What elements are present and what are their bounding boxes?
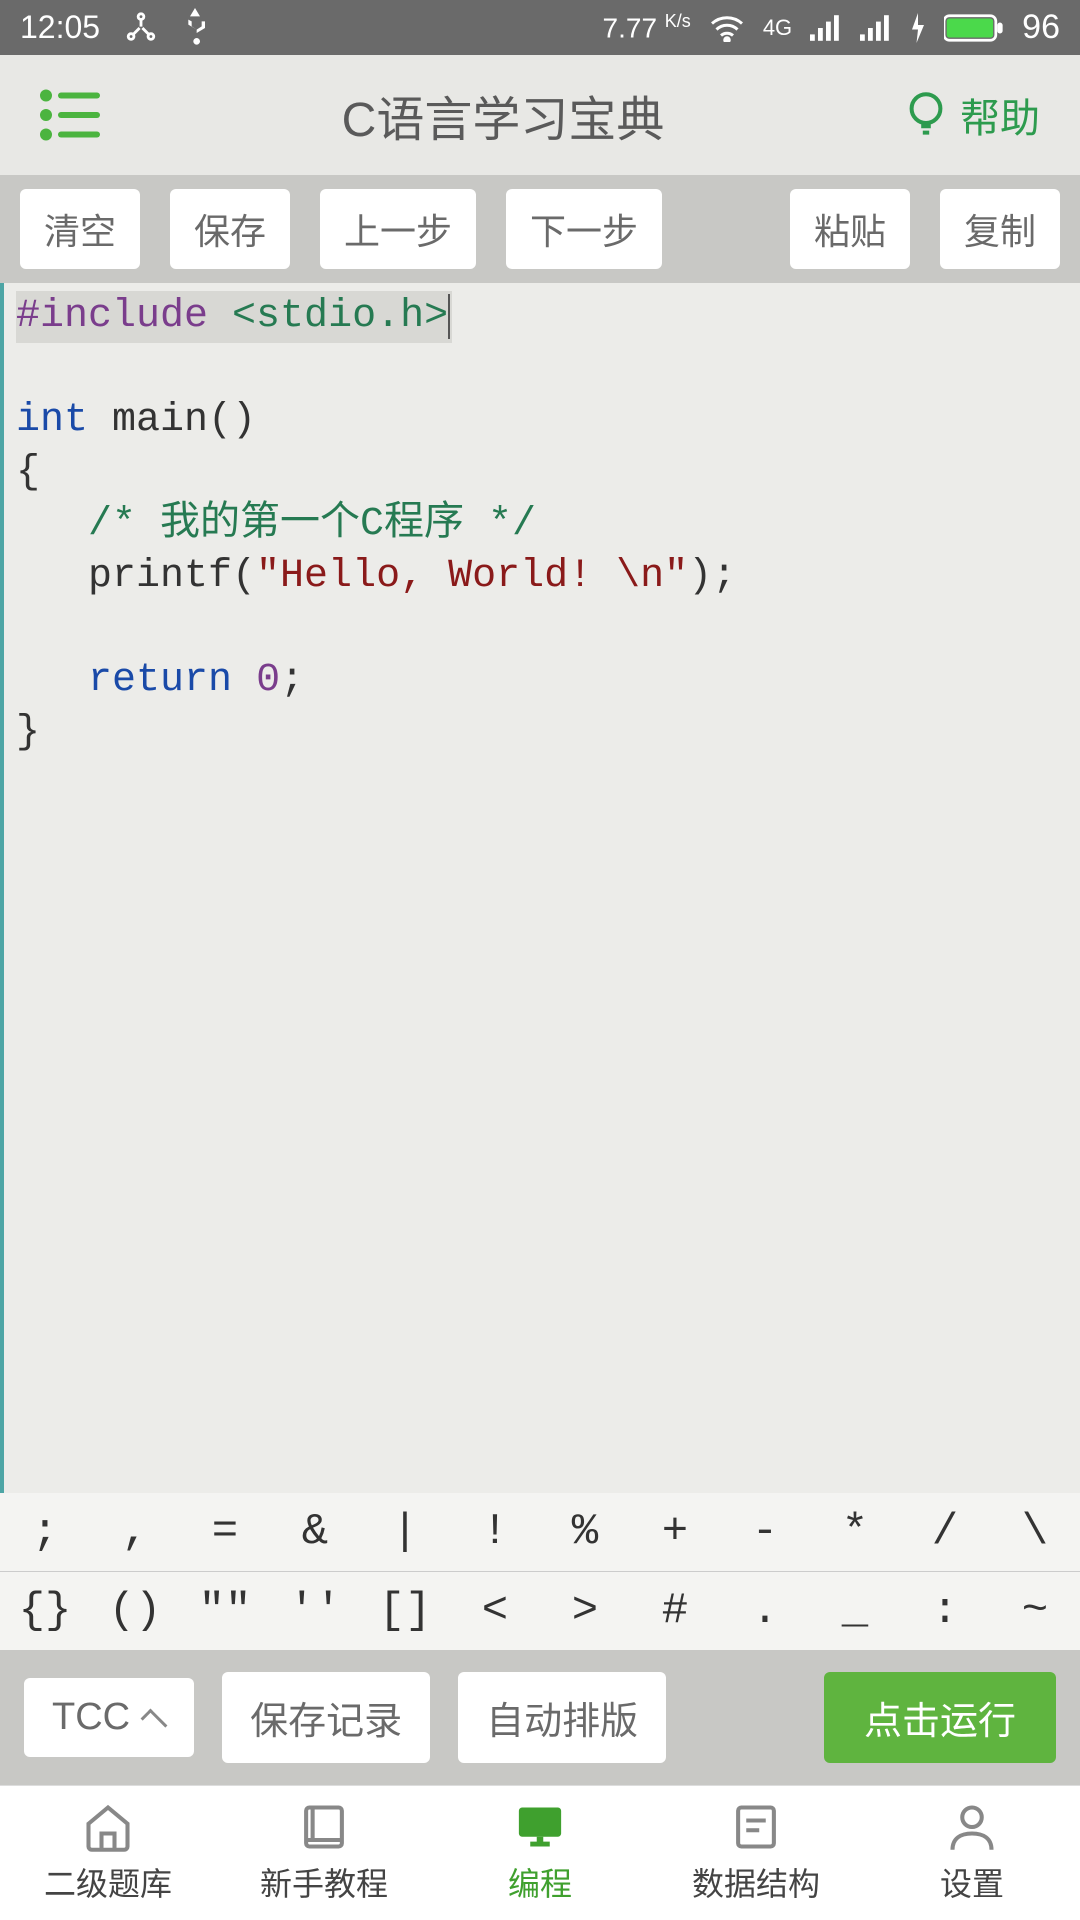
battery-icon: [944, 13, 1004, 43]
paste-button[interactable]: 粘贴: [790, 189, 910, 269]
symbol-key[interactable]: &: [270, 1507, 360, 1557]
code-editor[interactable]: #include <stdio.h> int main() { /* 我的第一个…: [0, 283, 1080, 1493]
undo-button[interactable]: 上一步: [320, 189, 476, 269]
help-label: 帮助: [960, 86, 1040, 144]
code-token: return: [88, 658, 232, 703]
code-token: <stdio.h>: [232, 294, 448, 339]
save-record-button[interactable]: 保存记录: [222, 1672, 430, 1763]
symbol-key[interactable]: "": [180, 1586, 270, 1636]
symbol-key[interactable]: #: [630, 1586, 720, 1636]
symbol-key[interactable]: []: [360, 1586, 450, 1636]
symbol-key[interactable]: _: [810, 1586, 900, 1636]
symbol-key[interactable]: %: [540, 1507, 630, 1557]
symbol-key[interactable]: ,: [90, 1507, 180, 1557]
app-title: C语言学习宝典: [100, 80, 906, 150]
auto-format-button[interactable]: 自动排版: [458, 1672, 666, 1763]
nav-label: 编程: [508, 1859, 572, 1905]
clear-button[interactable]: 清空: [20, 189, 140, 269]
symbol-key[interactable]: /: [900, 1507, 990, 1557]
nav-label: 数据结构: [692, 1859, 820, 1905]
menu-icon: [40, 89, 100, 141]
code-token: {: [16, 450, 40, 495]
code-token: 0: [256, 658, 280, 703]
symbol-key[interactable]: ~: [990, 1586, 1080, 1636]
symbol-key[interactable]: (): [90, 1586, 180, 1636]
symbol-key[interactable]: :: [900, 1586, 990, 1636]
code-token: }: [16, 710, 40, 755]
code-token: main(): [88, 398, 256, 443]
code-token: int: [16, 398, 88, 443]
code-token: printf(: [16, 554, 256, 599]
nav-label: 新手教程: [260, 1859, 388, 1905]
charging-icon: [910, 13, 926, 43]
bulb-icon: [906, 91, 946, 139]
status-bar: 12:05 7.77 K/s 4G 96: [0, 0, 1080, 55]
symbol-key[interactable]: {}: [0, 1586, 90, 1636]
signal-icon-2: [860, 14, 892, 42]
nav-exam[interactable]: 二级题库: [0, 1786, 216, 1920]
symbol-key[interactable]: *: [810, 1507, 900, 1557]
document-icon: [730, 1801, 782, 1853]
symbol-key[interactable]: \: [990, 1507, 1080, 1557]
home-icon: [82, 1801, 134, 1853]
symbol-key[interactable]: '': [270, 1586, 360, 1636]
compiler-selector[interactable]: TCC: [24, 1678, 194, 1757]
share-icon: [124, 11, 158, 45]
symbol-row-1: ; , = & | ! % + - * / \: [0, 1493, 1080, 1571]
symbol-key[interactable]: ;: [0, 1507, 90, 1557]
code-token: #include: [16, 294, 208, 339]
help-button[interactable]: 帮助: [906, 86, 1040, 144]
chevron-up-icon: [141, 1708, 168, 1735]
symbol-keyboard: ; , = & | ! % + - * / \ {} () "" '' [] <…: [0, 1493, 1080, 1650]
nav-settings[interactable]: 设置: [864, 1786, 1080, 1920]
symbol-key[interactable]: !: [450, 1507, 540, 1557]
usb-icon: [182, 8, 208, 48]
nav-label: 二级题库: [44, 1859, 172, 1905]
menu-button[interactable]: [40, 89, 100, 141]
compiler-label: TCC: [52, 1696, 130, 1739]
code-token: /* 我的第一个C程序 */: [88, 502, 536, 547]
nav-label: 设置: [940, 1859, 1004, 1905]
symbol-key[interactable]: -: [720, 1507, 810, 1557]
signal-icon-1: [810, 14, 842, 42]
run-button[interactable]: 点击运行: [824, 1672, 1056, 1763]
status-time: 12:05: [20, 9, 100, 46]
app-header: C语言学习宝典 帮助: [0, 55, 1080, 175]
editor-toolbar: 清空 保存 上一步 下一步 粘贴 复制: [0, 175, 1080, 283]
code-token: ;: [280, 658, 304, 703]
symbol-key[interactable]: <: [450, 1586, 540, 1636]
nav-data-structure[interactable]: 数据结构: [648, 1786, 864, 1920]
person-icon: [946, 1801, 998, 1853]
code-token: "Hello, World! \n": [256, 554, 688, 599]
symbol-key[interactable]: .: [720, 1586, 810, 1636]
book-icon: [298, 1801, 350, 1853]
symbol-key[interactable]: >: [540, 1586, 630, 1636]
nav-code[interactable]: 编程: [432, 1786, 648, 1920]
action-bar: TCC 保存记录 自动排版 点击运行: [0, 1650, 1080, 1785]
redo-button[interactable]: 下一步: [506, 189, 662, 269]
symbol-key[interactable]: |: [360, 1507, 450, 1557]
copy-button[interactable]: 复制: [940, 189, 1060, 269]
save-button[interactable]: 保存: [170, 189, 290, 269]
battery-percent: 96: [1022, 8, 1060, 47]
symbol-key[interactable]: =: [180, 1507, 270, 1557]
symbol-key[interactable]: +: [630, 1507, 720, 1557]
network-speed: 7.77 K/s: [603, 11, 691, 44]
symbol-row-2: {} () "" '' [] < > # . _ : ~: [0, 1572, 1080, 1650]
network-type: 4G: [763, 17, 792, 39]
bottom-nav: 二级题库 新手教程 编程 数据结构 设置: [0, 1785, 1080, 1920]
code-token: );: [688, 554, 736, 599]
wifi-icon: [709, 14, 745, 42]
monitor-icon: [514, 1801, 566, 1853]
nav-tutorial[interactable]: 新手教程: [216, 1786, 432, 1920]
